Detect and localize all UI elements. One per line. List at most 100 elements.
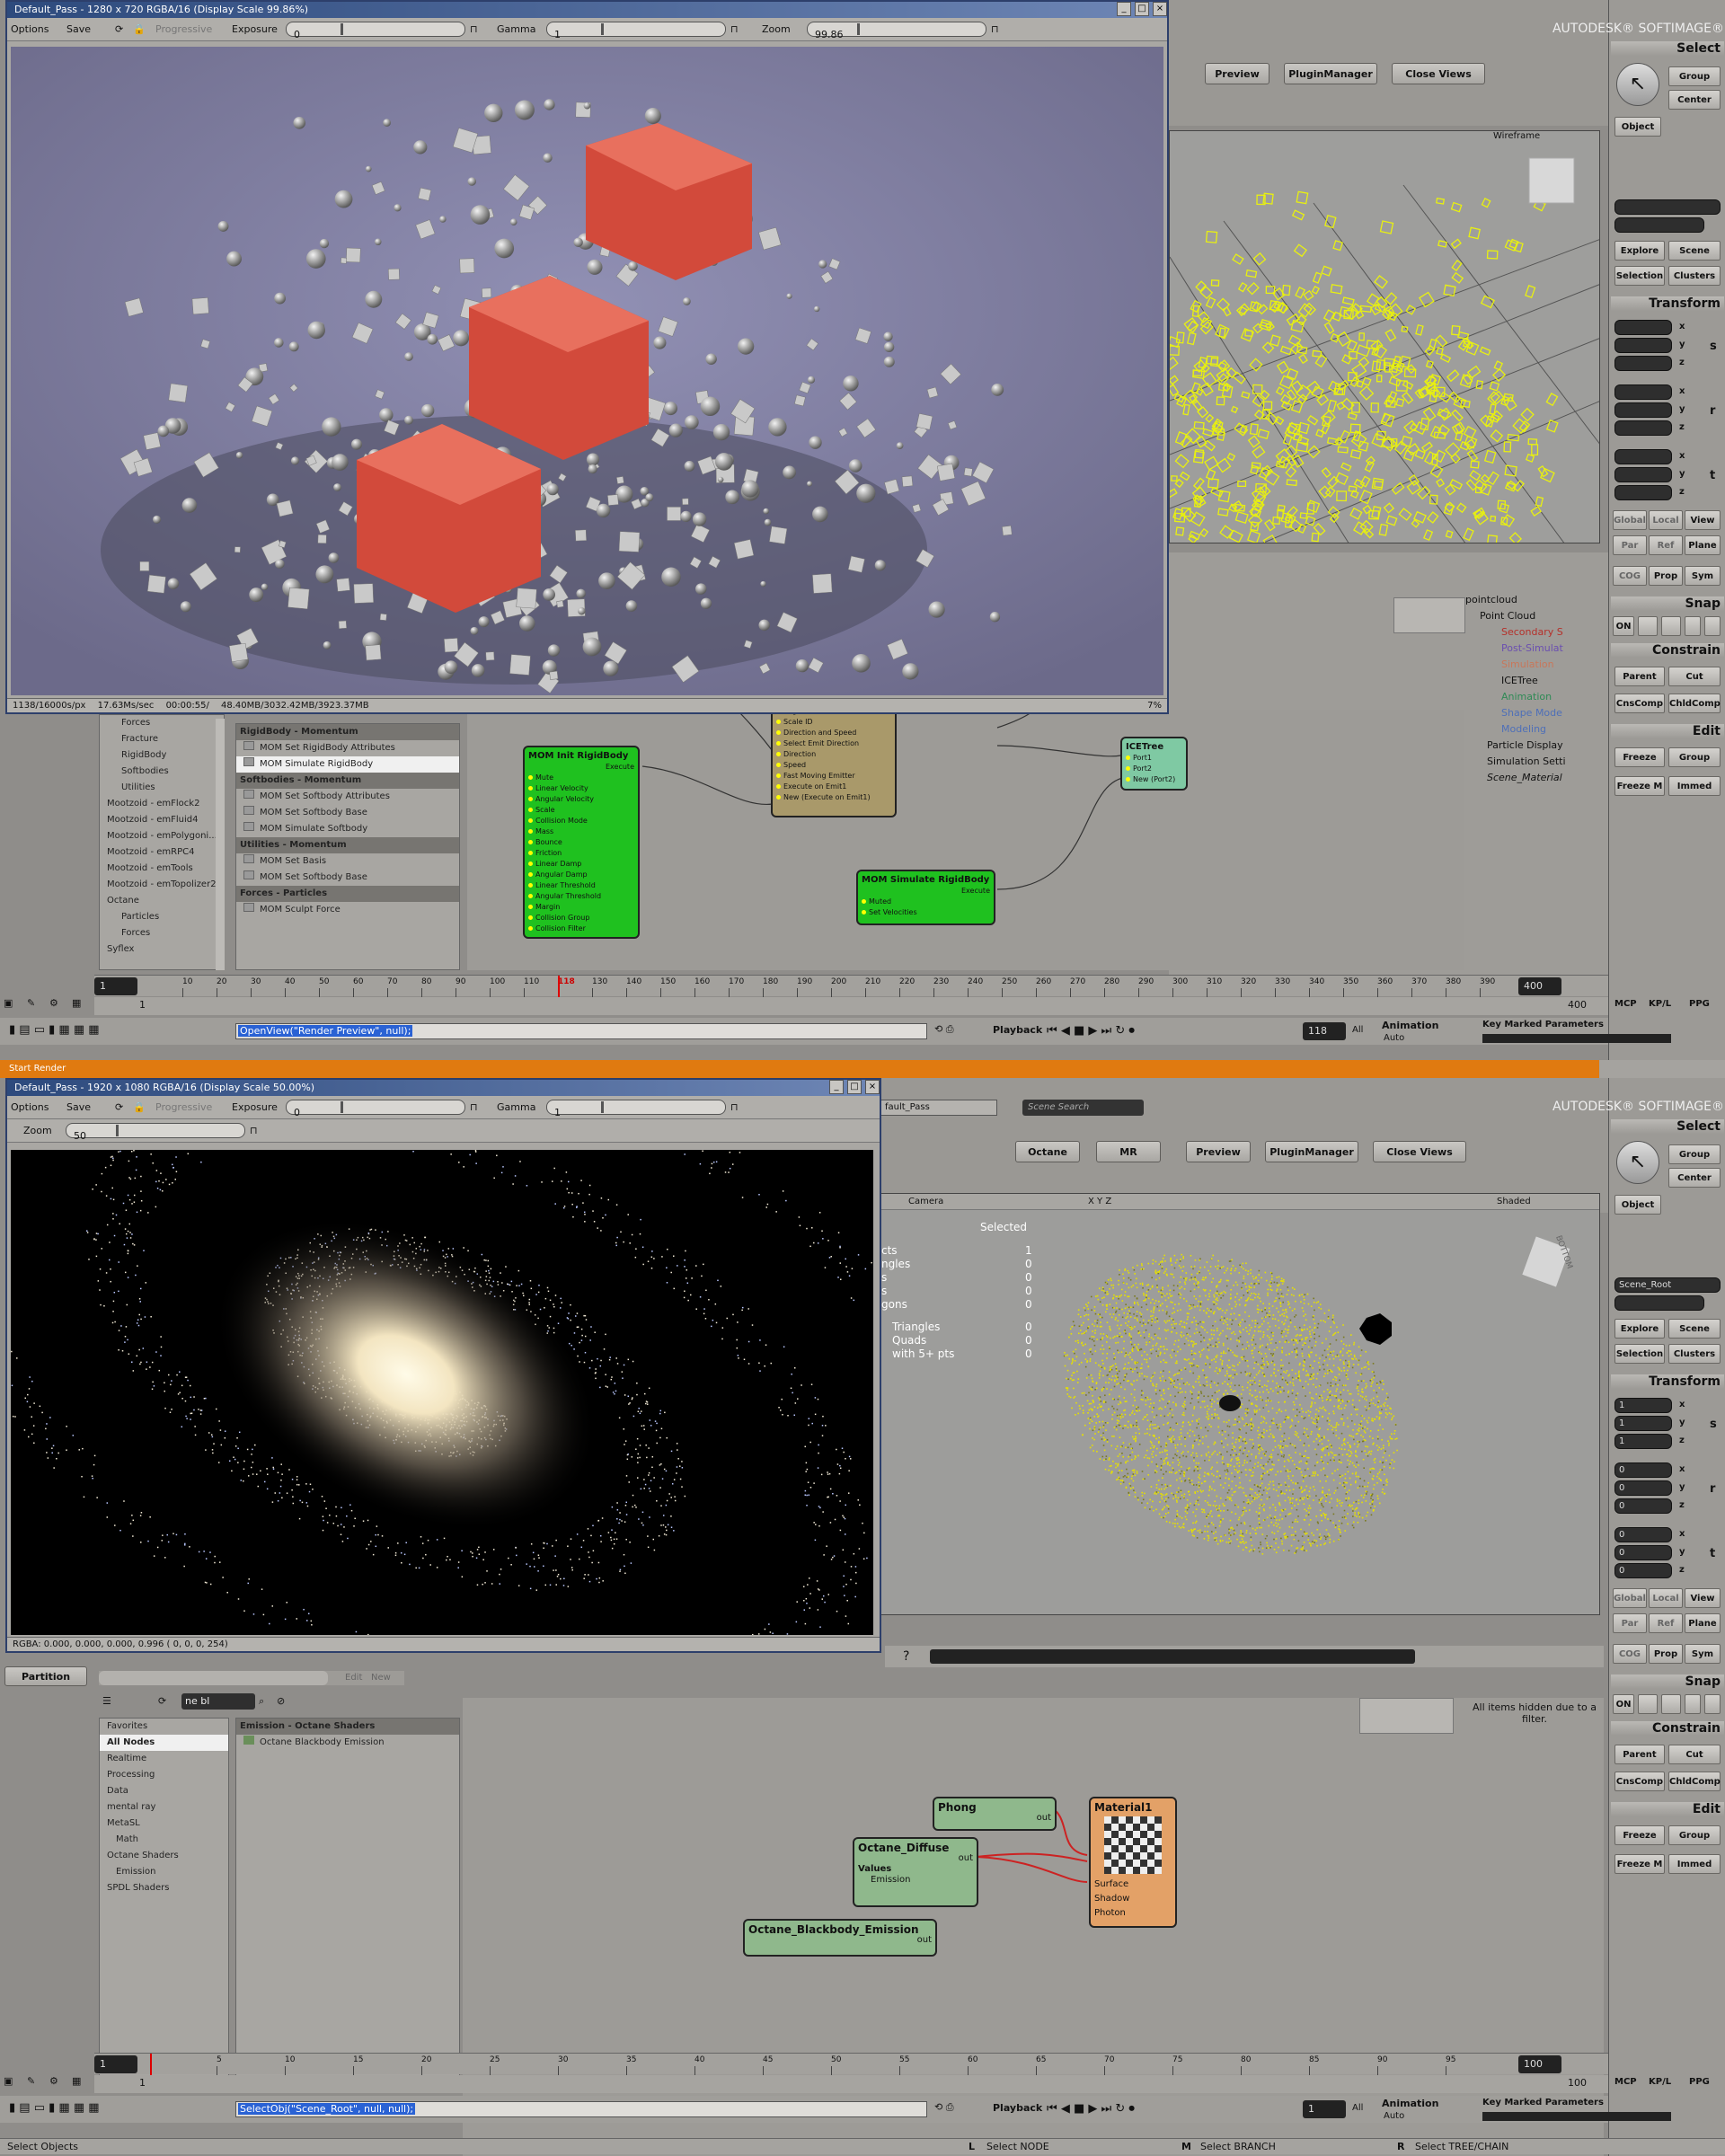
animation-label-lower[interactable]: Animation xyxy=(1382,2098,1438,2109)
exposure-reset-icon-lower[interactable]: ⊓ xyxy=(470,1101,478,1113)
up-object-button[interactable]: Object xyxy=(1614,117,1661,137)
up-transform-scale_vals-1[interactable] xyxy=(1614,338,1672,353)
new-menu[interactable]: New xyxy=(371,1673,391,1683)
shader-category[interactable]: Math xyxy=(100,1832,228,1848)
minimize-button[interactable]: _ xyxy=(1117,2,1131,16)
shader-category[interactable]: Processing xyxy=(100,1767,228,1783)
up-transform-trans_vals-2[interactable] xyxy=(1614,485,1672,500)
preset-search-input[interactable]: ne bl xyxy=(181,1693,255,1710)
low-group-button[interactable]: Group xyxy=(1668,1144,1721,1164)
timeline-start-lower[interactable]: 1 xyxy=(94,2055,137,2073)
low-cut-button[interactable]: Cut xyxy=(1668,1745,1721,1764)
close-button[interactable]: × xyxy=(1153,2,1167,16)
low-transform-scale_vals-1[interactable]: 1 xyxy=(1614,1416,1672,1431)
tools-icon-lower[interactable]: ✎ xyxy=(27,2075,35,2087)
render-window-title-bar[interactable]: Default_Pass - 1280 x 720 RGBA/16 (Displ… xyxy=(7,2,1167,18)
shader-category[interactable]: Realtime xyxy=(100,1751,228,1767)
up-transform-scale_vals-2[interactable] xyxy=(1614,356,1672,371)
node-output-port[interactable]: out xyxy=(938,1813,1051,1824)
ice-tree-graph[interactable]: MOM Init RigidBody Execute Mute Linear Velo… xyxy=(467,701,1464,970)
view-cube[interactable] xyxy=(1528,157,1575,204)
camera-selector[interactable]: Camera xyxy=(908,1194,943,1210)
up-center-button[interactable]: Center xyxy=(1668,90,1721,110)
preset-category[interactable]: Fracture xyxy=(100,731,224,747)
tools-icon[interactable]: ✎ xyxy=(27,997,35,1009)
mr-button[interactable]: MR xyxy=(1096,1141,1161,1162)
playback-label[interactable]: Playback xyxy=(993,1024,1042,1036)
up-selection-button[interactable]: Selection xyxy=(1614,266,1665,286)
explorer-tree[interactable]: pointcloud Point Cloud Secondary S Post-Sim… xyxy=(1465,592,1566,786)
up-freeze-m-button[interactable]: Freeze M xyxy=(1614,776,1665,796)
up-ref-button[interactable]: Ref xyxy=(1649,535,1683,555)
preset-path-input[interactable] xyxy=(99,1671,328,1685)
octane-diffuse-node[interactable]: Octane_Diffuse out Values Emission xyxy=(853,1837,978,1907)
low-immed-button[interactable]: Immed xyxy=(1668,1854,1721,1874)
preset-item[interactable]: MOM Set Basis xyxy=(236,853,459,870)
low-snap-on-button[interactable]: ON xyxy=(1613,1694,1634,1714)
low-explore-button[interactable]: Explore xyxy=(1614,1319,1665,1339)
wireframe-viewport[interactable]: Wireframe xyxy=(1169,130,1600,543)
preset-category[interactable]: Forces xyxy=(100,715,224,731)
edit-menu[interactable]: Edit xyxy=(345,1673,362,1683)
shaded-viewport[interactable]: Camera X Y Z Shaded BOTTOM Selected cts 1… xyxy=(880,1193,1600,1615)
node-input-port[interactable]: Mass xyxy=(528,826,634,837)
close-button-lower[interactable]: × xyxy=(865,1080,880,1094)
layout-buttons[interactable]: ▮ ▤ ▭ ▮ ▦ ▦ ▦ xyxy=(9,1023,225,1039)
pass-selector[interactable]: fault_Pass xyxy=(880,1100,997,1116)
low-ref-button[interactable]: Ref xyxy=(1649,1613,1683,1633)
low-par-button[interactable]: Par xyxy=(1613,1613,1647,1633)
low-sym-button[interactable]: Sym xyxy=(1685,1644,1721,1664)
up-cog-button[interactable]: COG xyxy=(1613,566,1647,586)
up-snap-on-button[interactable]: ON xyxy=(1613,616,1634,636)
tree-item[interactable]: Simulation Setti xyxy=(1465,754,1566,770)
up-local-button[interactable]: Local xyxy=(1649,510,1683,530)
node-input-port[interactable]: New (Execute on Emit1) xyxy=(776,792,891,803)
node-output-port[interactable]: out xyxy=(748,1935,932,1946)
preset-item[interactable]: MOM Set RigidBody Attributes xyxy=(236,740,459,756)
up-transform-trans_vals-1[interactable] xyxy=(1614,467,1672,482)
range-bar-lower[interactable]: 1 100 xyxy=(94,2075,1608,2093)
axis-toggle[interactable]: X Y Z xyxy=(1088,1194,1111,1210)
options-menu[interactable]: Options xyxy=(11,23,49,35)
key-bar[interactable] xyxy=(1482,1034,1671,1043)
node-input-port[interactable]: Margin xyxy=(528,902,634,913)
partition-button[interactable]: Partition xyxy=(4,1666,87,1686)
shader-category[interactable]: Data xyxy=(100,1783,228,1799)
node-input-port[interactable]: Muted xyxy=(862,897,990,907)
node-input-port[interactable]: Direction xyxy=(776,749,891,760)
low-transform-rot_vals-2[interactable]: 0 xyxy=(1614,1498,1672,1514)
current-frame-input[interactable]: 118 xyxy=(1303,1022,1346,1040)
current-frame-input-lower[interactable]: 1 xyxy=(1303,2100,1346,2118)
preset-category-list[interactable]: Forces Fracture RigidBody Softbodies Utiliti… xyxy=(99,714,225,970)
node-input-port[interactable]: Collision Group xyxy=(528,913,634,923)
preset-item[interactable]: MOM Set Softbody Base xyxy=(236,870,459,886)
low-transform-trans_vals-0[interactable]: 0 xyxy=(1614,1527,1672,1542)
animation-label[interactable]: Animation xyxy=(1382,1020,1438,1031)
preset-item[interactable]: MOM Simulate RigidBody xyxy=(236,756,459,773)
render-preview-window[interactable]: Default_Pass - 1280 x 720 RGBA/16 (Displ… xyxy=(5,0,1169,714)
up-group-button[interactable]: Group xyxy=(1668,66,1721,86)
view-mode-icon[interactable]: ☰ xyxy=(102,1695,111,1707)
node-input-port[interactable]: Fast Moving Emitter xyxy=(776,771,891,782)
low-freeze-m-button[interactable]: Freeze M xyxy=(1614,1854,1665,1874)
low-local-button[interactable]: Local xyxy=(1649,1588,1683,1608)
low-parent-button[interactable]: Parent xyxy=(1614,1745,1665,1764)
tab-mcp-lower[interactable]: MCP xyxy=(1614,2077,1637,2087)
preset-category[interactable]: Forces xyxy=(100,925,224,941)
tree-item[interactable]: Shape Mode xyxy=(1465,705,1566,721)
preset-category[interactable]: Octane xyxy=(100,893,224,909)
playback-label-lower[interactable]: Playback xyxy=(993,2102,1042,2114)
icetree-node[interactable]: ICETree Port1 Port2 New (Port2) xyxy=(1120,737,1188,791)
tree-item[interactable]: ICETree xyxy=(1465,673,1566,689)
node-input-port[interactable]: Emission xyxy=(858,1875,973,1886)
lock-icon[interactable]: 🔒 xyxy=(133,23,146,35)
low-snap-curve-button[interactable] xyxy=(1661,1694,1681,1714)
node-input-port[interactable]: Linear Velocity xyxy=(528,783,634,794)
up-transform-rot_vals-2[interactable] xyxy=(1614,420,1672,436)
maximize-button-lower[interactable]: □ xyxy=(847,1080,862,1094)
low-scene-button[interactable]: Scene xyxy=(1668,1319,1721,1339)
range-bar-upper[interactable]: 1 400 xyxy=(94,997,1608,1015)
up-group-edit-button[interactable]: Group xyxy=(1668,747,1721,767)
help-icon[interactable]: ? xyxy=(903,1649,909,1664)
settings-icon[interactable]: ⚙ xyxy=(49,997,58,1009)
